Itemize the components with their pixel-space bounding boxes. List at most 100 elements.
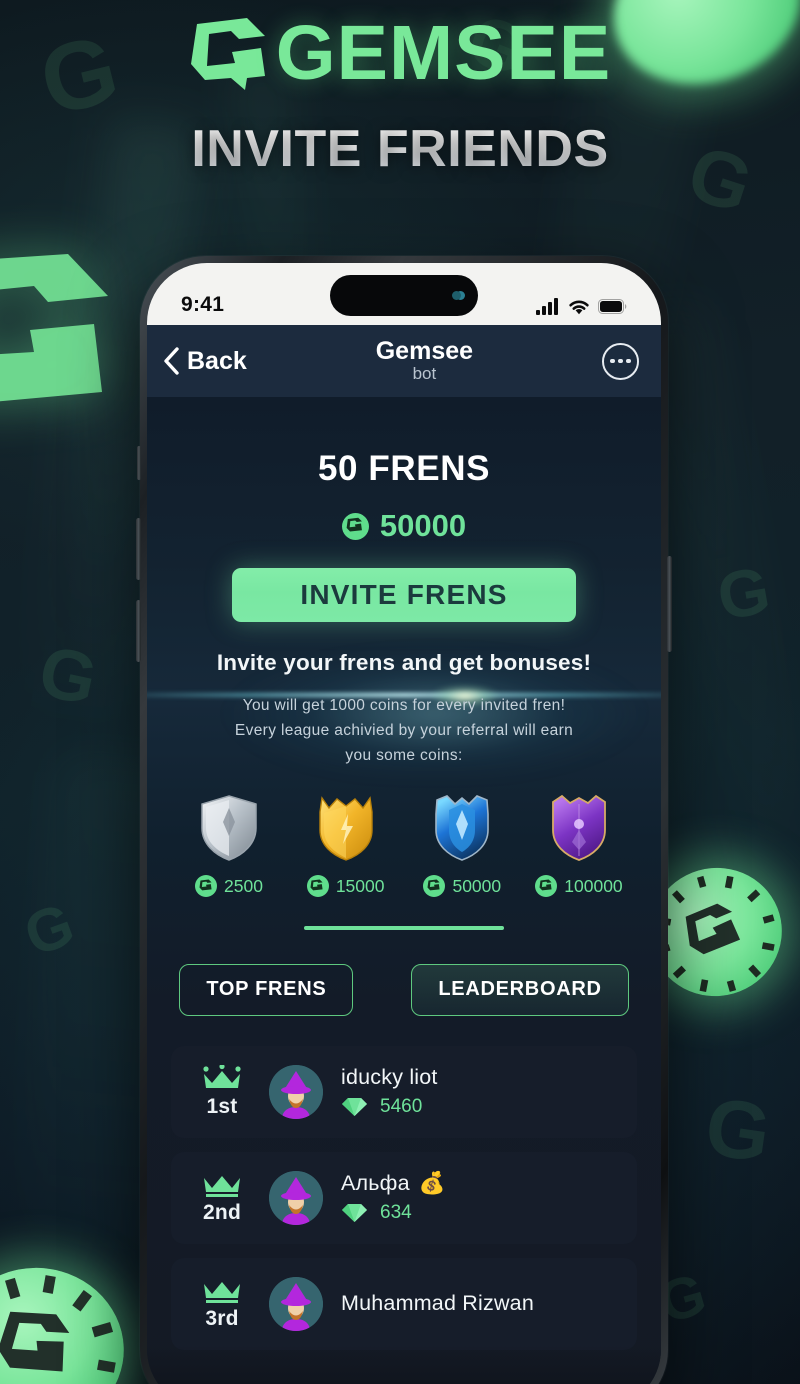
description-line-1: You will get 1000 coins for every invite… — [242, 697, 566, 714]
rank-badge: 1st — [193, 1064, 251, 1119]
navbar-title-block: Gemsee bot — [376, 338, 473, 383]
promo-subheadline: INVITE FRIENDS — [0, 119, 800, 179]
leaderboard-list: 1st iducky liot 5460 2nd Альфа 💰 634 3rd… — [147, 1045, 661, 1350]
section-divider — [304, 926, 504, 930]
crown-first-icon — [203, 1064, 241, 1088]
player-badge: 💰 — [418, 1171, 446, 1196]
wizard-avatar — [269, 1276, 323, 1331]
more-dot-icon — [618, 358, 623, 364]
gem-icon — [342, 1098, 367, 1117]
app-content: 50 FRENS 50000 INVITE FRENS Invite your … — [147, 397, 661, 1384]
league-reward-gold: 15000 — [306, 875, 385, 898]
league-reward-silver: 2500 — [195, 875, 263, 898]
league-reward-purple: 100000 — [535, 875, 623, 898]
player-name-text: Альфа — [341, 1171, 410, 1196]
player-info: iducky liot 5460 — [341, 1065, 447, 1118]
league-item-purple[interactable]: 100000 — [527, 794, 631, 898]
table-row[interactable]: 1st iducky liot 5460 — [171, 1045, 637, 1138]
phone-power-button — [667, 556, 672, 652]
league-reward-value: 2500 — [224, 875, 263, 896]
watermark-g-icon: G — [711, 552, 776, 634]
invite-frens-button[interactable]: INVITE FRENS — [232, 568, 576, 622]
app-navbar: Back Gemsee bot — [147, 325, 661, 397]
player-score-value: 634 — [380, 1202, 412, 1224]
tab-top-frens[interactable]: TOP FRENS — [179, 963, 354, 1016]
coin-total-row: 50000 — [147, 508, 661, 544]
silver-shield-icon — [201, 795, 257, 862]
brand-text: GEMSEE — [275, 10, 612, 96]
invite-tagline: Invite your frens and get bonuses! — [216, 650, 592, 675]
back-button[interactable]: Back — [163, 347, 247, 376]
league-item-silver[interactable]: 2500 — [177, 794, 281, 898]
status-bar-time: 9:41 — [181, 293, 225, 316]
coin-total-value: 50000 — [379, 508, 467, 543]
purple-shield-icon — [552, 795, 606, 862]
back-button-label: Back — [187, 346, 247, 375]
phone-volume-down-button — [136, 600, 141, 662]
more-options-button[interactable] — [602, 342, 639, 380]
description-line-2: Every league achivied by your referral w… — [234, 722, 574, 740]
rank-badge: 3rd — [193, 1277, 251, 1331]
player-info: Альфа 💰 634 — [341, 1171, 446, 1224]
invite-description: You will get 1000 coins for every invite… — [147, 693, 661, 768]
description-line-3: you some coins: — [345, 747, 463, 765]
tab-leaderboard[interactable]: LEADERBOARD — [411, 963, 629, 1016]
rank-label: 2nd — [203, 1200, 241, 1224]
gemsee-coin-icon — [306, 875, 329, 898]
table-row[interactable]: 2nd Альфа � — [171, 1151, 637, 1244]
player-score: 634 — [341, 1202, 446, 1224]
front-camera-icon — [452, 291, 461, 300]
phone-volume-up-button — [136, 518, 141, 580]
rank-badge: 2nd — [193, 1171, 251, 1225]
rank-label: 1st — [206, 1094, 238, 1118]
phone-mute-switch — [137, 446, 141, 480]
table-row[interactable]: 3rd Muhammad Rizwan — [171, 1257, 637, 1350]
more-dot-icon — [626, 358, 631, 364]
crown-third-icon — [204, 1281, 240, 1303]
league-reward-blue: 50000 — [423, 875, 502, 898]
cellular-signal-icon — [536, 298, 558, 315]
league-reward-value: 15000 — [335, 875, 385, 896]
phone-screen: 9:41 Back Gemsee bot 50 FRENS 50000 INVI… — [147, 263, 661, 1384]
frens-count-title: 50 FRENS — [317, 449, 491, 488]
leaderboard-tabs: TOP FRENS LEADERBOARD — [147, 963, 661, 1016]
league-rewards-row: 2500 15000 50000 100000 — [147, 794, 661, 898]
chevron-left-icon — [164, 347, 179, 375]
navbar-title: Gemsee — [375, 337, 474, 366]
large-g-logo-icon — [0, 254, 108, 402]
brand-g-icon — [190, 18, 265, 91]
scroll-fade-overlay — [147, 1345, 661, 1384]
promo-headline-block: GEMSEE INVITE FRIENDS — [0, 14, 800, 179]
battery-icon — [598, 299, 627, 314]
league-item-gold[interactable]: 15000 — [294, 794, 398, 898]
gemsee-coin-icon — [423, 875, 446, 898]
player-score: 5460 — [341, 1096, 447, 1118]
player-name: Muhammad Rizwan — [341, 1291, 534, 1316]
gemsee-coin-icon — [195, 875, 218, 898]
player-info: Muhammad Rizwan — [341, 1291, 534, 1316]
more-dot-icon — [610, 358, 615, 364]
blue-shield-icon — [435, 795, 490, 862]
player-name-text: iducky liot — [341, 1065, 438, 1090]
league-item-blue[interactable]: 50000 — [410, 794, 514, 898]
status-bar: 9:41 — [147, 263, 661, 325]
league-reward-value: 100000 — [564, 875, 623, 896]
player-name: Альфа 💰 — [341, 1171, 446, 1196]
wifi-icon — [569, 300, 589, 315]
phone-mockup: 9:41 Back Gemsee bot 50 FRENS 50000 INVI… — [136, 256, 672, 1384]
league-reward-value: 50000 — [452, 875, 502, 896]
gemsee-coin-icon — [341, 512, 369, 540]
rank-label: 3rd — [205, 1306, 239, 1330]
dynamic-island — [330, 275, 478, 316]
brand-logo: GEMSEE — [189, 14, 611, 93]
gold-shield-icon — [318, 796, 373, 862]
navbar-subtitle: bot — [412, 364, 437, 384]
app-scroll-area[interactable]: 50 FRENS 50000 INVITE FRENS Invite your … — [147, 397, 661, 1350]
status-bar-indicators — [536, 298, 627, 317]
gem-icon — [342, 1204, 367, 1223]
player-name-text: Muhammad Rizwan — [341, 1291, 534, 1316]
crown-second-icon — [204, 1175, 240, 1197]
player-score-value: 5460 — [380, 1096, 423, 1118]
gemsee-coin-icon — [535, 875, 558, 898]
watermark-g-icon: G — [700, 1081, 776, 1181]
